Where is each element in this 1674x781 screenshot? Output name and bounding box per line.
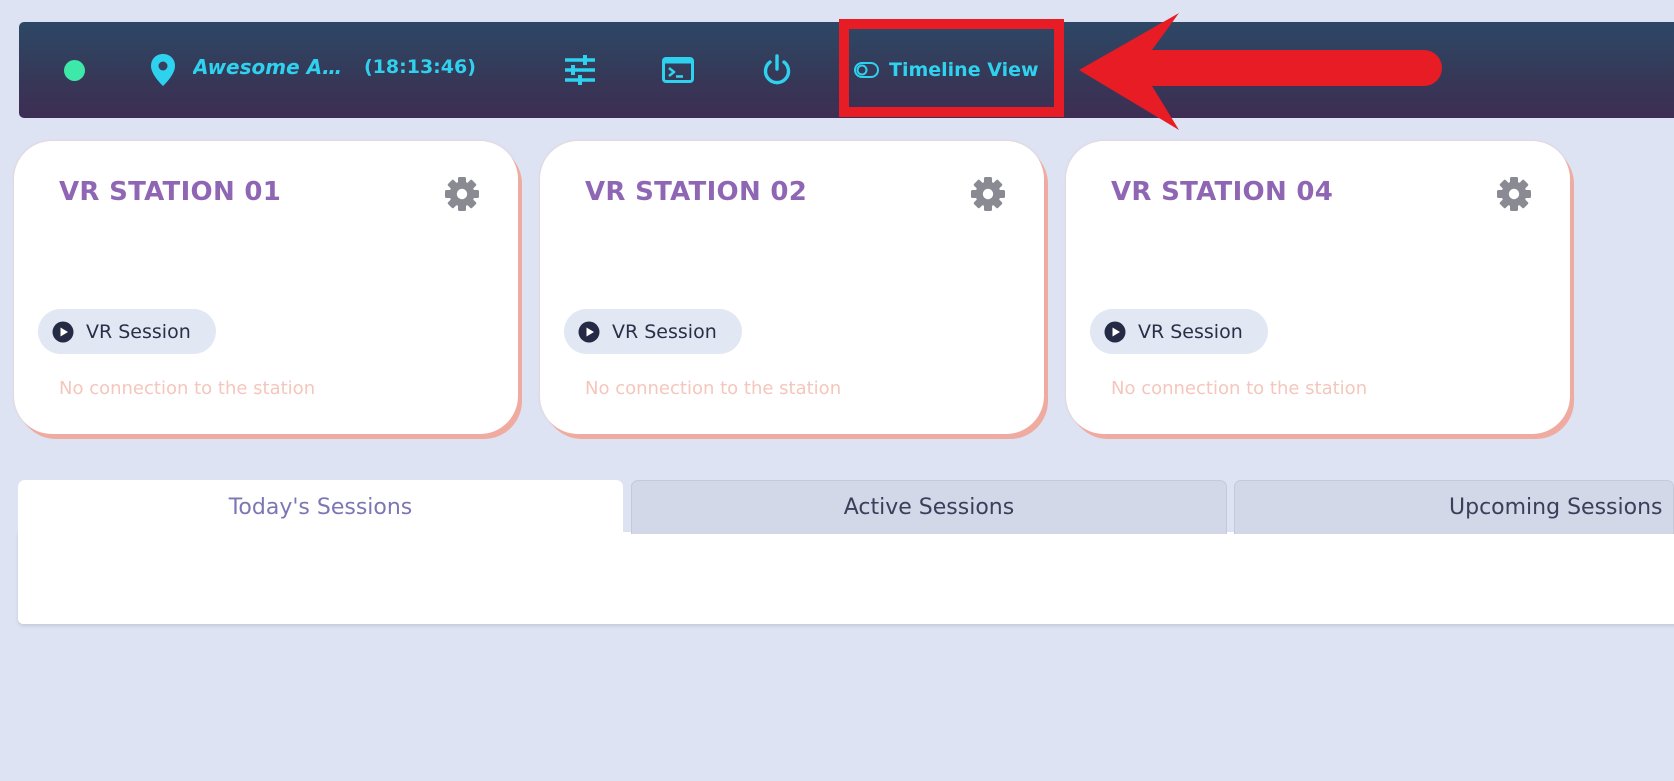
vr-session-button[interactable]: VR Session <box>1090 309 1268 354</box>
station-card: VR STATION 02 VR Session No connection t… <box>540 141 1044 434</box>
connection-status: No connection to the station <box>585 378 842 399</box>
play-icon <box>578 321 600 342</box>
station-card: VR STATION 04 VR Session No connection t… <box>1066 141 1570 434</box>
vr-session-label: VR Session <box>612 320 717 343</box>
station-title: VR STATION 04 <box>1111 177 1334 207</box>
vr-session-button[interactable]: VR Session <box>564 309 742 354</box>
station-card: VR STATION 01 VR Session No connection t… <box>14 141 518 434</box>
vr-session-label: VR Session <box>1138 320 1243 343</box>
toggle-icon <box>854 62 879 78</box>
power-button[interactable] <box>757 50 797 90</box>
tab-todays-sessions[interactable]: Today's Sessions <box>18 480 623 534</box>
page: Awesome Arc... (18:13:46) <box>0 0 1674 781</box>
timeline-view-toggle[interactable]: Timeline View <box>854 50 1039 90</box>
terminal-icon <box>662 57 694 83</box>
settings-sliders-button[interactable] <box>560 50 600 90</box>
online-status-indicator <box>64 60 85 81</box>
station-title: VR STATION 01 <box>59 177 282 207</box>
clock: (18:13:46) <box>364 56 476 78</box>
timeline-view-label: Timeline View <box>889 59 1039 81</box>
location-name[interactable]: Awesome Arc... <box>193 55 347 79</box>
sessions-panel <box>18 532 1674 624</box>
vr-session-button[interactable]: VR Session <box>38 309 216 354</box>
station-title: VR STATION 02 <box>585 177 808 207</box>
connection-status: No connection to the station <box>1111 378 1368 399</box>
gear-icon[interactable] <box>970 176 1006 212</box>
terminal-button[interactable] <box>658 50 698 90</box>
gear-icon[interactable] <box>1496 176 1532 212</box>
play-icon <box>52 321 74 342</box>
settings-sliders-icon <box>565 55 595 85</box>
gear-icon[interactable] <box>444 176 480 212</box>
tab-upcoming-sessions[interactable]: Upcoming Sessions <box>1234 480 1674 534</box>
vr-session-label: VR Session <box>86 320 191 343</box>
play-icon <box>1104 321 1126 342</box>
connection-status: No connection to the station <box>59 378 316 399</box>
map-pin-icon <box>151 54 175 86</box>
tab-active-sessions[interactable]: Active Sessions <box>631 480 1227 534</box>
power-icon <box>763 54 791 85</box>
